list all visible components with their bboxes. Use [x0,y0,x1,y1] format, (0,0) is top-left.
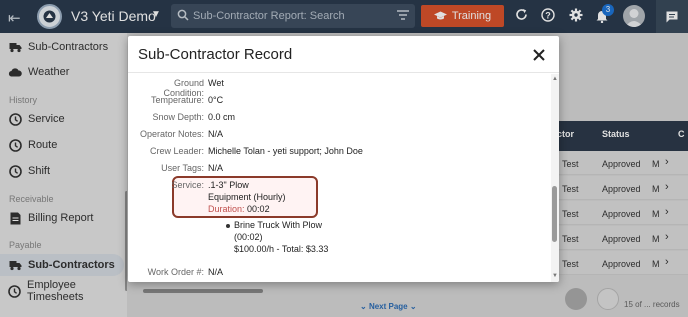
field-label: Operator Notes: [139,129,204,139]
service-equipment: Equipment (Hourly) [208,192,286,202]
duration-label: Duration: [208,204,245,214]
service-duration: Duration: 00:02 [208,204,270,214]
duration-value: 00:02 [247,204,270,214]
field-value: 0.0 cm [208,112,236,122]
scroll-down-icon[interactable]: ▼ [552,273,558,279]
field-label: Crew Leader: [149,146,204,156]
field-value: Michelle Tolan - yeti support; John Doe [208,146,363,156]
modal-title: Sub-Contractor Record [138,46,293,63]
bullet-icon [226,224,230,228]
field-label: User Tags: [161,163,204,173]
service-label: Service: [171,180,204,190]
scroll-up-icon[interactable]: ▲ [552,76,558,82]
close-icon[interactable] [532,48,546,62]
modal-scroll-track[interactable] [551,74,559,282]
modal-header: Sub-Contractor Record [128,36,559,73]
field-label: Temperature: [150,95,204,105]
modal-body: Ground Condition: Wet Temperature: 0°C S… [128,74,553,282]
field-value: N/A [208,163,224,173]
equipment-rate: $100.00/h - Total: $3.33 [234,244,329,254]
sub-contractor-record-modal: Sub-Contractor Record Ground Condition: … [128,36,559,282]
field-value: N/A [208,129,224,139]
field-value: Wet [208,78,224,88]
field-value: 0°C [208,95,224,105]
modal-scrollbar[interactable] [552,186,557,242]
equipment-name: Brine Truck With Plow [234,220,323,230]
field-label: Work Order #: [147,267,204,277]
service-name: .1-3" Plow [208,180,249,190]
equipment-duration: (00:02) [234,232,263,242]
field-value: N/A [208,267,224,277]
field-label: Snow Depth: [152,112,204,122]
